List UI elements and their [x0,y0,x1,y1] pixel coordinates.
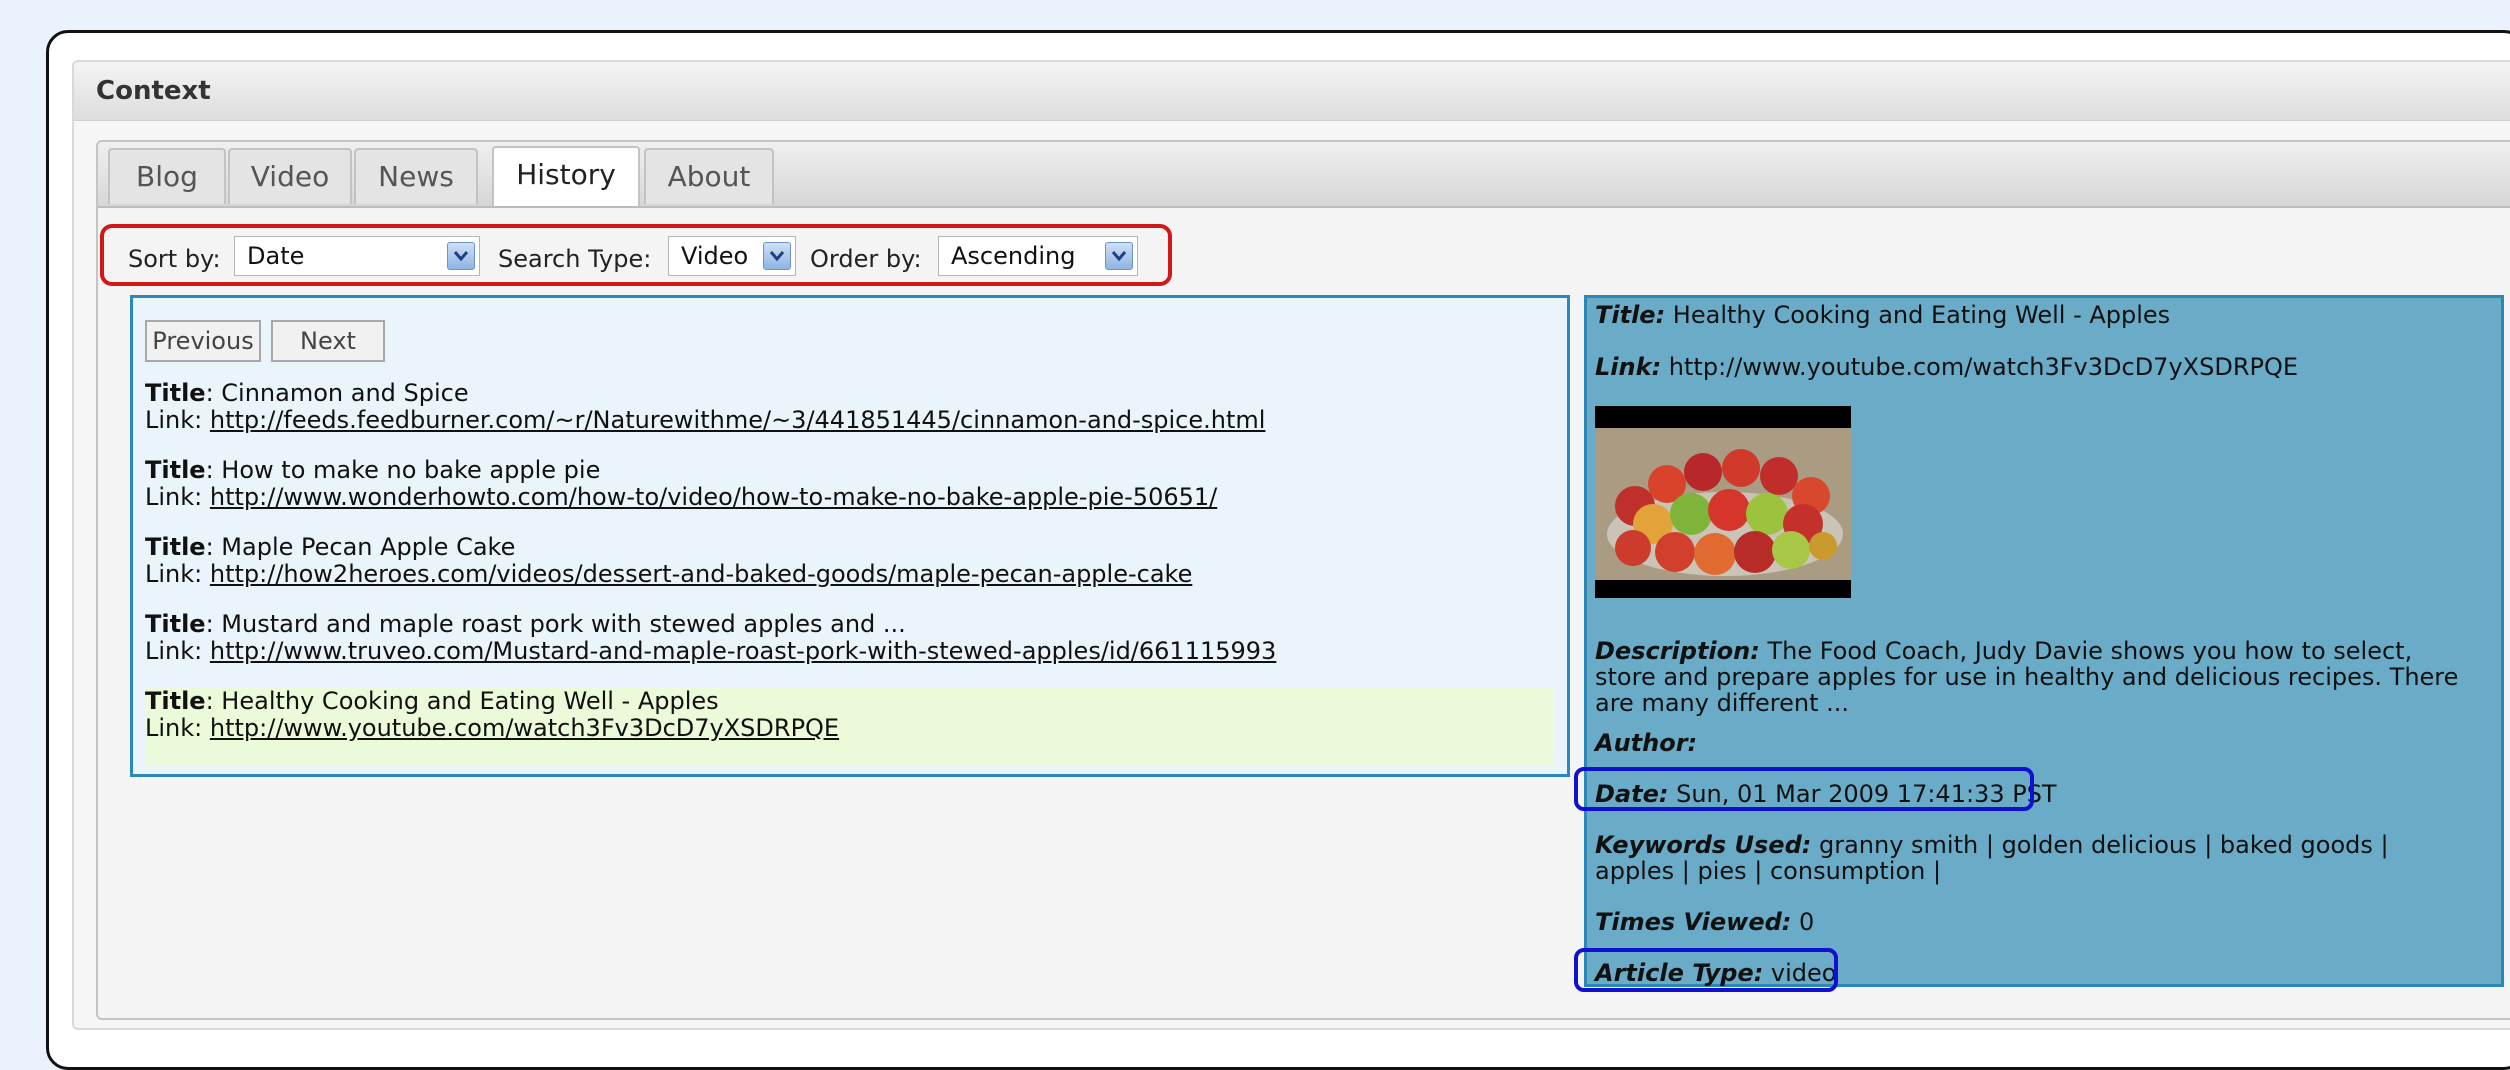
title-label: Title [145,687,206,715]
detail-times-viewed-value: 0 [1791,908,1815,936]
chevron-down-icon [763,242,791,270]
detail-description-label: Description: [1595,637,1760,665]
item-link[interactable]: http://www.wonderhowto.com/how-to/video/… [210,483,1217,511]
sort-by-select[interactable]: Date [234,236,480,276]
list-item: Title: How to make no bake apple pie Lin… [145,457,1553,511]
item-link[interactable]: http://how2heroes.com/videos/dessert-and… [210,560,1192,588]
list-item-selected[interactable]: Title: Healthy Cooking and Eating Well -… [145,688,1553,766]
tab-news[interactable]: News [354,148,478,204]
detail-link-value[interactable]: http://www.youtube.com/watch3Fv3DcD7yXSD… [1661,353,2298,381]
detail-description: Description: The Food Coach, Judy Davie … [1595,638,2465,716]
tab-video[interactable]: Video [228,148,352,204]
link-label: Link: [145,714,210,742]
detail-title-value: Healthy Cooking and Eating Well - Apples [1665,301,2171,329]
detail-author-label: Author: [1595,729,1698,757]
search-type-select[interactable]: Video [668,236,796,276]
order-by-select[interactable]: Ascending [938,236,1138,276]
detail-times-viewed-label: Times Viewed: [1595,908,1792,936]
detail-link: Link: http://www.youtube.com/watch3Fv3Dc… [1595,354,2298,380]
item-title: : Healthy Cooking and Eating Well - Appl… [205,687,719,715]
item-title: : Mustard and maple roast pork with stew… [205,610,906,638]
title-label: Title [145,379,206,407]
tab-about[interactable]: About [644,148,774,204]
detail-panel: Title: Healthy Cooking and Eating Well -… [1584,295,2504,987]
tab-history[interactable]: History [492,146,640,206]
order-by-label: Order by: [810,245,922,273]
detail-author: Author: [1595,730,1697,756]
link-label: Link: [145,483,210,511]
item-title: : How to make no bake apple pie [205,456,601,484]
item-title: : Maple Pecan Apple Cake [205,533,516,561]
item-link[interactable]: http://feeds.feedburner.com/~r/Naturewit… [210,406,1266,434]
link-label: Link: [145,637,210,665]
title-label: Title [145,610,206,638]
sort-by-label: Sort by: [128,245,221,273]
chevron-down-icon [447,242,475,270]
order-by-value: Ascending [951,242,1076,270]
title-label: Title [145,533,206,561]
item-link[interactable]: http://www.youtube.com/watch3Fv3DcD7yXSD… [210,714,839,742]
search-type-label: Search Type: [498,245,652,273]
date-highlight [1574,767,2034,811]
search-type-value: Video [681,242,749,270]
detail-title-label: Title: [1595,301,1666,329]
tab-blog[interactable]: Blog [108,148,226,204]
results-list: Previous Next Title: Cinnamon and Spice … [130,295,1570,777]
context-header: Context [74,62,2510,121]
link-label: Link: [145,560,210,588]
detail-times-viewed: Times Viewed: 0 [1595,909,1814,935]
item-link[interactable]: http://www.truveo.com/Mustard-and-maple-… [210,637,1276,665]
detail-link-label: Link: [1595,353,1662,381]
video-thumbnail[interactable] [1595,406,1851,598]
detail-title: Title: Healthy Cooking and Eating Well -… [1595,302,2170,328]
tab-bar: Blog Video News History About [98,142,2510,208]
list-item: Title: Cinnamon and Spice Link: http://f… [145,380,1553,434]
apples-image [1595,406,1851,598]
detail-keywords: Keywords Used: granny smith | golden del… [1595,832,2475,884]
item-title: : Cinnamon and Spice [205,379,469,407]
previous-button[interactable]: Previous [145,320,261,362]
list-item: Title: Maple Pecan Apple Cake Link: http… [145,534,1553,588]
article-type-highlight [1574,948,1838,992]
list-item: Title: Mustard and maple roast pork with… [145,611,1553,665]
link-label: Link: [145,406,210,434]
chevron-down-icon [1105,242,1133,270]
sort-by-value: Date [247,242,305,270]
next-button[interactable]: Next [271,320,385,362]
title-label: Title [145,456,206,484]
detail-keywords-label: Keywords Used: [1595,831,1812,859]
context-title: Context [96,76,211,106]
